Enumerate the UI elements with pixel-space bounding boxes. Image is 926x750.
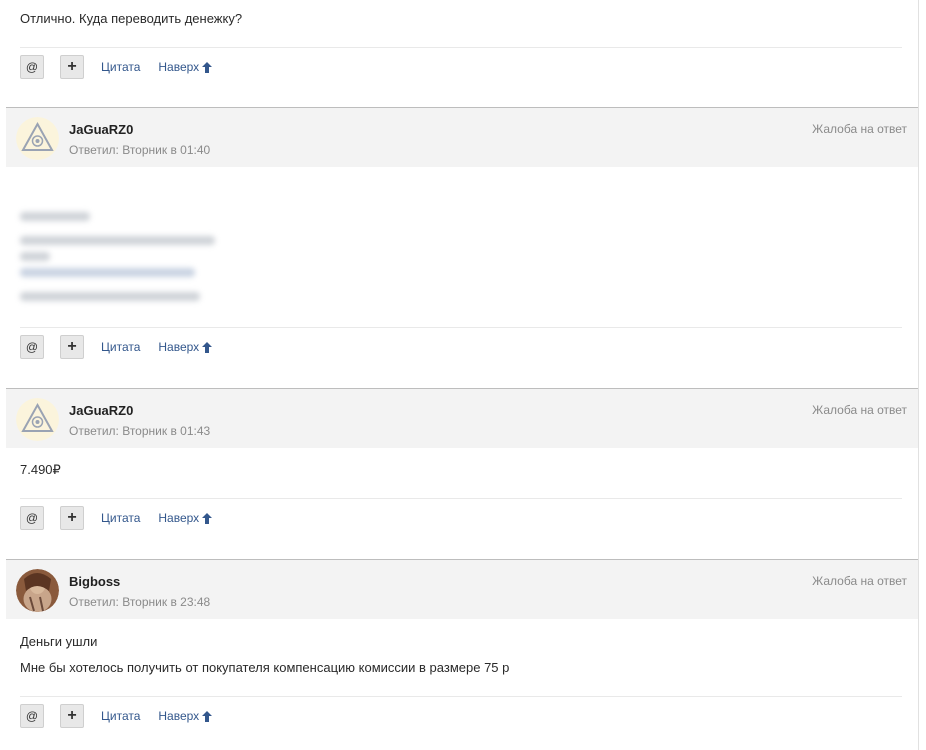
post-actions: @ + Цитата Наверх — [20, 335, 230, 359]
post-meta: Ответил: Вторник в 01:43 — [69, 424, 211, 438]
triangle-eye-icon[interactable] — [16, 117, 59, 160]
to-top-label: Наверх — [158, 340, 200, 354]
user-avatar[interactable] — [16, 569, 59, 612]
plus-button[interactable]: + — [60, 506, 84, 530]
report-link[interactable]: Жалоба на ответ — [812, 122, 907, 136]
report-link[interactable]: Жалоба на ответ — [812, 403, 907, 417]
quote-link[interactable]: Цитата — [101, 709, 140, 723]
triangle-eye-icon[interactable] — [16, 398, 59, 441]
to-top-link[interactable]: Наверх — [158, 60, 213, 74]
author-name[interactable]: Bigboss — [69, 574, 120, 589]
plus-button[interactable]: + — [60, 55, 84, 79]
post-actions: @ + Цитата Наверх — [20, 55, 230, 79]
post-header: Bigboss Ответил: Вторник в 23:48 Жалоба … — [6, 559, 918, 619]
page-right-border — [918, 0, 919, 750]
plus-button[interactable]: + — [60, 335, 84, 359]
to-top-label: Наверх — [158, 709, 200, 723]
post-body-text: Деньги ушли — [20, 634, 98, 649]
quote-link[interactable]: Цитата — [101, 60, 140, 74]
post-header: JaGuaRZ0 Ответил: Вторник в 01:40 Жалоба… — [6, 107, 918, 167]
post-body-text: Отлично. Куда переводить денежку? — [20, 11, 243, 26]
divider — [20, 327, 902, 328]
arrow-up-icon — [202, 710, 213, 722]
blurred-content — [0, 208, 230, 312]
to-top-label: Наверх — [158, 511, 200, 525]
post-header: JaGuaRZ0 Ответил: Вторник в 01:43 Жалоба… — [6, 388, 918, 448]
quote-link[interactable]: Цитата — [101, 511, 140, 525]
plus-button[interactable]: + — [60, 704, 84, 728]
divider — [20, 498, 902, 499]
arrow-up-icon — [202, 341, 213, 353]
arrow-up-icon — [202, 61, 213, 73]
author-name[interactable]: JaGuaRZ0 — [69, 403, 133, 418]
mention-button[interactable]: @ — [20, 55, 44, 79]
report-link[interactable]: Жалоба на ответ — [812, 574, 907, 588]
mention-button[interactable]: @ — [20, 335, 44, 359]
arrow-up-icon — [202, 512, 213, 524]
to-top-link[interactable]: Наверх — [158, 709, 213, 723]
post-actions: @ + Цитата Наверх — [20, 704, 230, 728]
divider — [20, 696, 902, 697]
post-body-text: Мне бы хотелось получить от покупателя к… — [20, 660, 510, 675]
divider — [20, 47, 902, 48]
to-top-link[interactable]: Наверх — [158, 340, 213, 354]
quote-link[interactable]: Цитата — [101, 340, 140, 354]
post-meta: Ответил: Вторник в 01:40 — [69, 143, 211, 157]
post-meta: Ответил: Вторник в 23:48 — [69, 595, 211, 609]
author-name[interactable]: JaGuaRZ0 — [69, 122, 133, 137]
mention-button[interactable]: @ — [20, 704, 44, 728]
post-body-text: 7.490₽ — [20, 462, 61, 477]
post-actions: @ + Цитата Наверх — [20, 506, 230, 530]
mention-button[interactable]: @ — [20, 506, 44, 530]
to-top-link[interactable]: Наверх — [158, 511, 213, 525]
to-top-label: Наверх — [158, 60, 200, 74]
